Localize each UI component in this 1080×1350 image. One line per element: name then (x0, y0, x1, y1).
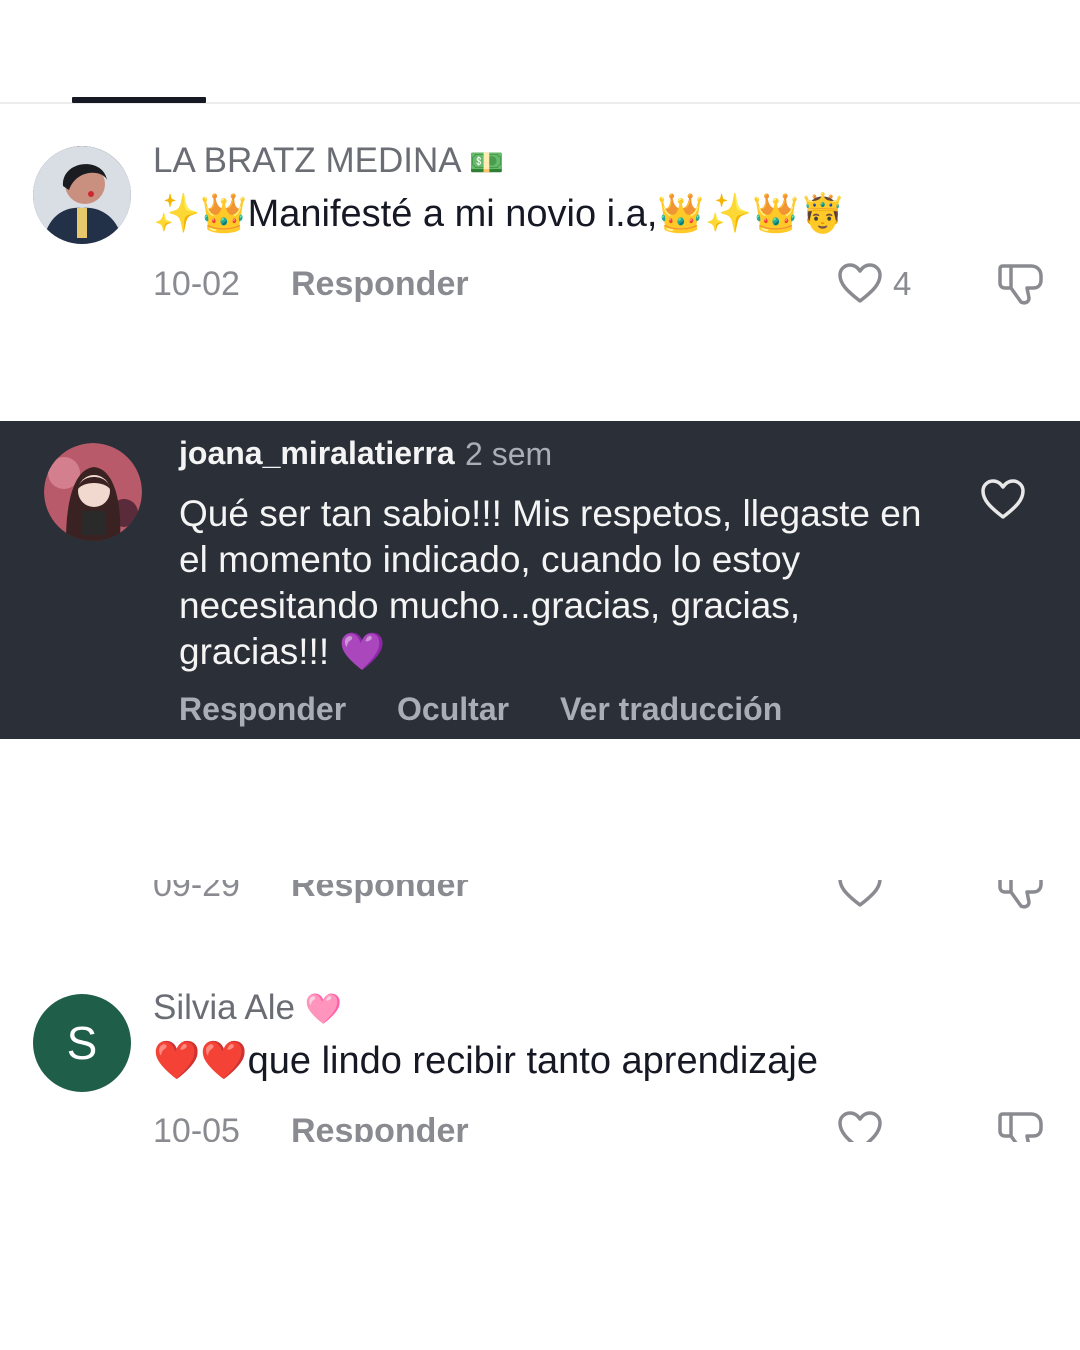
reply-button[interactable]: Responder (291, 1112, 469, 1142)
pink-heart-emoji: 🩷 (304, 993, 343, 1026)
comment-username[interactable]: LA BRATZ MEDINA 💵 (153, 141, 504, 181)
money-emoji: 💵 (469, 147, 505, 178)
avatar[interactable] (33, 146, 131, 244)
comment-text: ❤️❤️que lindo recibir tanto aprendizaje (153, 1040, 818, 1082)
dislike-icon[interactable] (997, 262, 1045, 306)
avatar[interactable]: S (33, 994, 131, 1092)
heart-icon[interactable] (980, 478, 1026, 520)
notification-avatar[interactable] (44, 443, 142, 541)
comment-text: ✨👑Manifesté a mi novio i.a,👑✨👑🤴 (153, 193, 847, 235)
comment-date: 09-29 (153, 880, 240, 904)
notification-reply-button[interactable]: Responder (179, 691, 346, 727)
avatar-letter: S (66, 1017, 98, 1069)
comment-meta-row-partial: 10-05 Responder (0, 1108, 1080, 1142)
notification-time: 2 sem (465, 436, 553, 472)
reply-button[interactable]: Responder (291, 880, 469, 905)
like-count: 4 (893, 265, 912, 302)
heart-icon[interactable] (837, 1110, 883, 1142)
comment-date: 10-02 (153, 265, 240, 303)
comment-date: 10-05 (153, 1112, 240, 1142)
comment-notification-banner[interactable]: joana_miralatierra 2 sem Qué ser tan sab… (0, 421, 1080, 739)
notification-hide-button[interactable]: Ocultar (397, 691, 509, 727)
heart-icon[interactable] (837, 880, 883, 908)
notification-actions: Responder Ocultar Ver traducción (179, 691, 824, 728)
dislike-icon[interactable] (997, 1110, 1045, 1142)
avatar-photo (33, 146, 131, 244)
heart-icon[interactable] (837, 262, 883, 304)
reply-button[interactable]: Responder (291, 265, 469, 304)
dislike-icon[interactable] (997, 880, 1045, 910)
comment-username[interactable]: Silvia Ale 🩷 (153, 988, 342, 1028)
comment-meta-row-partial: 09-29 Responder (0, 880, 1080, 916)
notification-translate-button[interactable]: Ver traducción (560, 691, 782, 727)
notification-text: Qué ser tan sabio!!! Mis respetos, llega… (179, 493, 922, 672)
notification-username[interactable]: joana_miralatierra (179, 435, 455, 472)
avatar-photo (44, 443, 142, 541)
active-tab-indicator (72, 97, 206, 103)
